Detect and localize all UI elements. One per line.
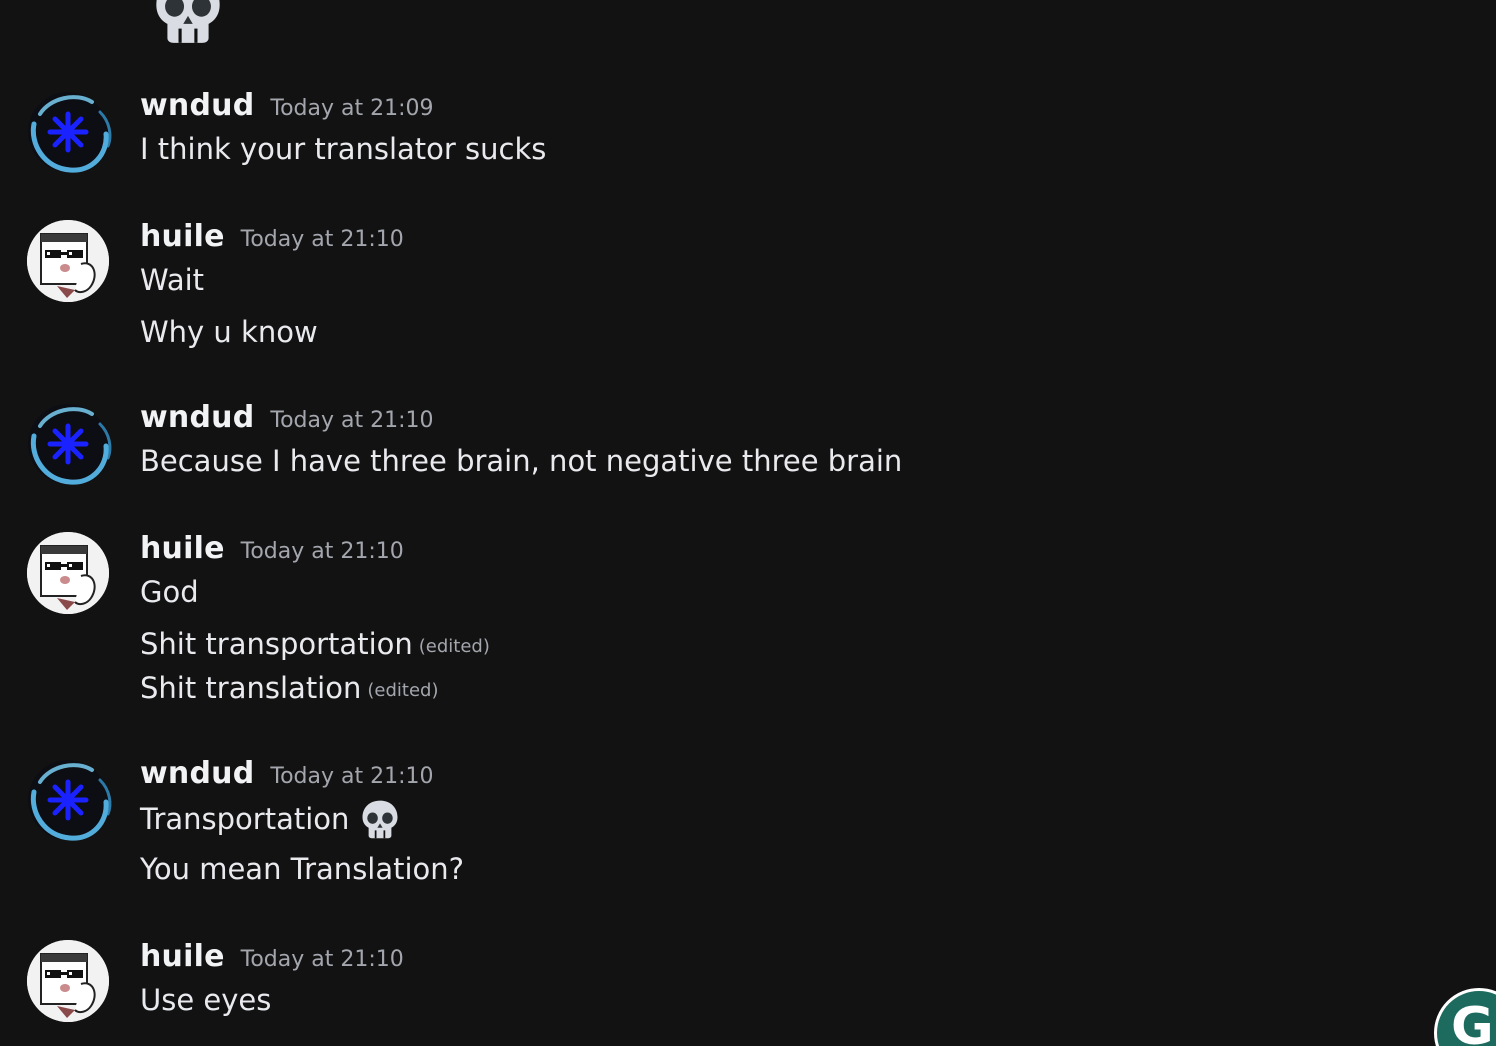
timestamp[interactable]: Today at 21:10 [241,539,404,564]
edited-label: (edited) [367,680,439,701]
timestamp[interactable]: Today at 21:10 [241,227,404,252]
message-text: Shit translation (edited) [140,671,438,705]
chat-message-list: wndud Today at 21:09 I think your transl… [0,0,1496,1046]
skull-emoji-icon [359,796,401,842]
message-text: You mean Translation? [140,852,464,886]
timestamp[interactable]: Today at 21:10 [270,408,433,433]
message-content: God [140,575,199,609]
timestamp[interactable]: Today at 21:09 [270,96,433,121]
avatar-huile[interactable] [27,532,109,614]
message-text: Shit transportation (edited) [140,627,490,661]
message-content: Why u know [140,315,318,349]
message-header: wndud Today at 21:10 [140,756,434,791]
message-text: Wait [140,263,204,297]
username[interactable]: huile [140,531,225,566]
edited-label: (edited) [418,636,490,657]
timestamp[interactable]: Today at 21:10 [241,947,404,972]
message-text: I think your translator sucks [140,132,546,166]
username[interactable]: wndud [140,756,254,791]
message-text: Transportation [140,796,401,842]
message-content: Use eyes [140,983,272,1017]
message-header: wndud Today at 21:10 [140,400,434,435]
grammarly-g-icon[interactable]: G [1434,988,1496,1046]
message-text: Why u know [140,315,318,349]
username[interactable]: wndud [140,400,254,435]
message-text: Use eyes [140,983,271,1017]
avatar-wndud[interactable] [20,84,116,180]
message-header: huile Today at 21:10 [140,531,404,566]
username[interactable]: huile [140,219,225,254]
message-text: Because I have three brain, not negative… [140,444,902,478]
username[interactable]: wndud [140,88,254,123]
avatar-huile[interactable] [27,220,109,302]
message-content: Shit translation [140,671,362,705]
message-content: Shit transportation [140,627,413,661]
username[interactable]: huile [140,939,225,974]
message-content: Wait [140,263,205,297]
message-content: I think your translator sucks [140,132,547,166]
message-header: huile Today at 21:10 [140,219,404,254]
message-content: Transportation [140,802,350,836]
message-header: wndud Today at 21:09 [140,88,434,123]
message-text: God [140,575,199,609]
grammarly-letter: G [1451,997,1494,1046]
timestamp[interactable]: Today at 21:10 [270,764,433,789]
avatar-wndud[interactable] [20,396,116,492]
message-content: You mean Translation? [140,852,465,886]
message-content: Because I have three brain, not negative… [140,444,903,478]
avatar-huile[interactable] [27,940,109,1022]
message-header: huile Today at 21:10 [140,939,404,974]
skull-emoji-icon [140,0,236,46]
avatar-wndud[interactable] [20,752,116,848]
